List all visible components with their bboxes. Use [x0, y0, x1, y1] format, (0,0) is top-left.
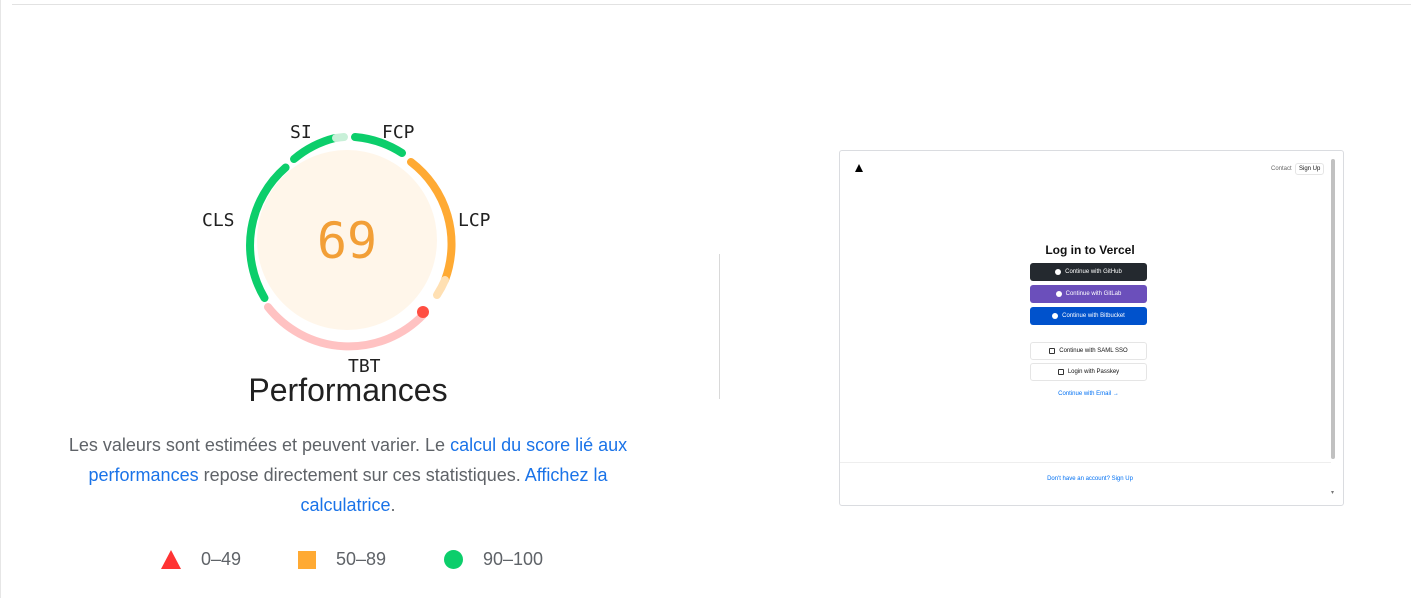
gitlab-icon — [1055, 291, 1062, 297]
square-icon — [298, 550, 316, 569]
label-cls: CLS — [202, 210, 235, 231]
tbt-marker — [417, 306, 429, 318]
label-lcp: LCP — [458, 210, 491, 231]
legend-fail-range: 0–49 — [201, 549, 242, 569]
screenshot-title: Log in to Vercel — [1045, 243, 1135, 257]
description-text-3: . — [390, 495, 396, 515]
label-si: SI — [290, 122, 312, 143]
legend-pass-range: 90–100 — [483, 549, 544, 569]
final-screenshot[interactable]: Contact Sign Up ▾ Log in to Vercel Conti… — [839, 150, 1344, 506]
screenshot-bitbucket-button: Continue with Bitbucket — [1030, 307, 1147, 325]
triangle-icon — [161, 550, 181, 569]
legend-pass: 90–100 — [444, 549, 543, 570]
bitbucket-icon — [1052, 313, 1059, 319]
screenshot-github-button: Continue with GitHub — [1030, 263, 1147, 281]
screenshot-footer-divider — [840, 462, 1331, 463]
vertical-divider — [719, 254, 720, 399]
description: Les valeurs sont estimées et peuvent var… — [62, 430, 634, 520]
lcp-arc-faint — [433, 276, 449, 299]
passkey-button-label: Login with Passkey — [1067, 369, 1120, 375]
label-fcp: FCP — [382, 122, 415, 143]
screenshot-email-link: Continue with Email → — [1058, 391, 1119, 397]
bitbucket-button-label: Continue with Bitbucket — [1062, 313, 1125, 319]
score-value: 69 — [317, 212, 377, 270]
description-text-2: repose directement sur ces statistiques. — [198, 465, 525, 485]
github-button-label: Continue with GitHub — [1065, 269, 1122, 275]
legend-average-range: 50–89 — [336, 549, 387, 569]
legend-fail: 0–49 — [161, 549, 241, 570]
screenshot-saml-button: Continue with SAML SSO — [1030, 342, 1147, 360]
screenshot-scrollbar — [1331, 159, 1335, 459]
screenshot-nav-contact: Contact — [1271, 166, 1292, 172]
top-divider — [12, 0, 1411, 5]
screenshot-gitlab-button: Continue with GitLab — [1030, 285, 1147, 303]
description-text-1: Les valeurs sont estimées et peuvent var… — [68, 435, 451, 455]
github-icon — [1055, 269, 1062, 275]
passkey-icon — [1057, 369, 1064, 375]
vercel-logo-icon — [855, 164, 863, 172]
category-title: Performances — [248, 372, 448, 408]
left-border — [0, 0, 1, 598]
performance-gauge: SI FCP LCP CLS TBT 69 — [202, 122, 491, 377]
screenshot-nav-signup: Sign Up — [1295, 163, 1325, 175]
screenshot-passkey-button: Login with Passkey — [1030, 363, 1147, 381]
saml-button-label: Continue with SAML SSO — [1059, 348, 1128, 354]
scroll-down-icon: ▾ — [1331, 490, 1335, 496]
gitlab-button-label: Continue with GitLab — [1065, 291, 1122, 297]
legend-average: 50–89 — [298, 549, 386, 570]
circle-icon — [444, 550, 463, 569]
lock-icon — [1049, 348, 1056, 354]
si-arc-faint — [332, 133, 348, 142]
screenshot-signup-link: Don't have an account? Sign Up — [1047, 476, 1133, 482]
